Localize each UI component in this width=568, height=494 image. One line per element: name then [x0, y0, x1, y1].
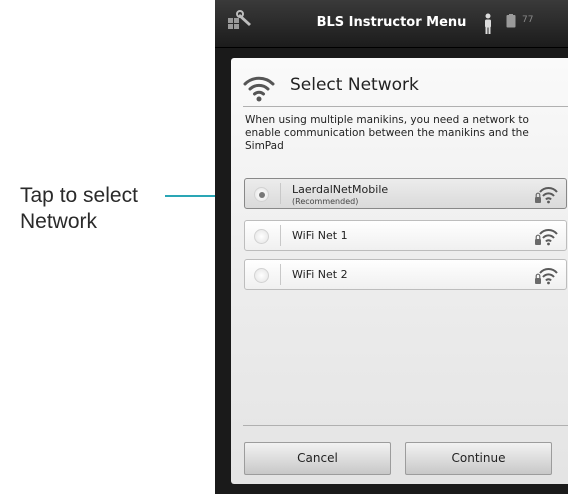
cancel-button[interactable]: Cancel [244, 442, 391, 475]
status-bar: BLS Instructor Menu 77 [215, 0, 568, 48]
item-separator [280, 225, 281, 246]
network-name: WiFi Net 1 [292, 229, 348, 242]
secured-wifi-icon [535, 186, 558, 204]
wifi-icon [243, 76, 275, 102]
secured-wifi-icon [535, 228, 558, 246]
footer-divider [243, 425, 568, 426]
radio-button[interactable] [254, 268, 269, 283]
network-name: LaerdalNetMobile [292, 183, 389, 196]
radio-button[interactable] [254, 229, 269, 244]
network-note: (Recommended) [292, 197, 359, 206]
select-network-dialog: Select Network When using multiple manik… [231, 58, 568, 484]
dialog-description: When using multiple manikins, you need a… [245, 114, 529, 152]
tablet-screen: BLS Instructor Menu 77 Select Network Wh… [215, 0, 568, 494]
item-separator [280, 183, 281, 204]
person-icon [485, 13, 491, 34]
battery-level: 77 [522, 15, 534, 25]
network-item-wifi-net-2[interactable]: WiFi Net 2 [244, 259, 567, 290]
item-separator [280, 264, 281, 285]
network-item-wifi-net-1[interactable]: WiFi Net 1 [244, 220, 567, 251]
radio-button[interactable] [254, 187, 269, 202]
secured-wifi-icon [535, 267, 558, 285]
dialog-title: Select Network [290, 75, 419, 95]
title-divider [243, 106, 568, 107]
radio-selected-dot [258, 191, 265, 198]
network-name: WiFi Net 2 [292, 268, 348, 281]
callout-annotation: Tap to select Network [20, 184, 138, 233]
continue-button[interactable]: Continue [405, 442, 552, 475]
network-item-laerdalnetmobile[interactable]: LaerdalNetMobile (Recommended) [244, 178, 567, 209]
battery-icon [506, 14, 516, 28]
